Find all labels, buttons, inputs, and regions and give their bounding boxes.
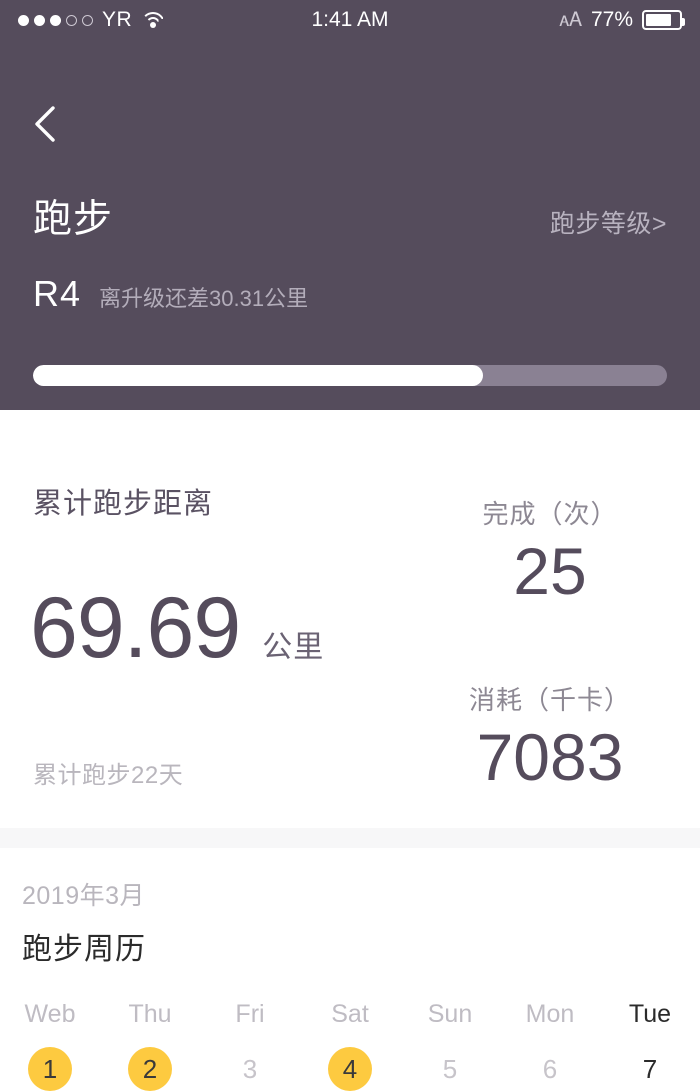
stats-panel: 累计跑步距离 69.69 公里 累计跑步22天 完成（次） 25 消耗（千卡） … — [0, 410, 700, 828]
total-days-label: 累计跑步22天 — [33, 762, 184, 789]
rank-badge: R4 — [33, 273, 82, 314]
calendar-weekday-label: Tue — [628, 1000, 672, 1028]
rank-description: 离升级还差30.31公里 — [99, 286, 309, 311]
calendar-day-cell[interactable]: 4 — [300, 1047, 400, 1091]
calendar-day-cell[interactable]: 5 — [400, 1047, 500, 1091]
calendar-weekday-label: Thu — [128, 1000, 172, 1028]
back-button[interactable] — [24, 103, 66, 145]
calendar-day-cell[interactable]: 3 — [200, 1047, 300, 1091]
total-distance-unit: 公里 — [262, 631, 325, 664]
calendar-weekday-label: Web — [24, 1000, 76, 1028]
page-title: 跑步 — [33, 198, 114, 241]
calendar-weekday-cell: Thu — [100, 1000, 200, 1029]
wifi-icon — [141, 11, 166, 29]
calendar-weekday-cell: Sat — [300, 1000, 400, 1029]
calendar-day[interactable]: 7 — [628, 1047, 672, 1091]
calendar-day[interactable]: 6 — [528, 1047, 572, 1091]
level-progress-bar — [33, 365, 667, 386]
calendar-title: 跑步周历 — [22, 933, 146, 966]
calendar-day-marked[interactable]: 4 — [328, 1047, 372, 1091]
total-distance-row: 69.69 公里 — [30, 580, 325, 676]
chevron-left-icon — [35, 106, 55, 142]
status-bar: YR 1:41 AM 🗚 77% — [0, 0, 700, 40]
status-bar-time: 1:41 AM — [311, 8, 389, 31]
header-title-row: 跑步 跑步等级> — [33, 188, 667, 244]
stat-calories-block: 消耗（千卡） 7083 — [400, 680, 700, 794]
stat-completed-value: 25 — [513, 534, 587, 608]
calendar-weekday-label: Mon — [525, 1000, 575, 1028]
stat-calories-value: 7083 — [476, 720, 624, 794]
calendar-day[interactable]: 3 — [228, 1047, 272, 1091]
calendar-weekday-label: Sun — [427, 1000, 473, 1028]
rank-row: R4 离升级还差30.31公里 — [33, 273, 308, 315]
calendar-day-marked[interactable]: 2 — [128, 1047, 172, 1091]
calendar-day-cell[interactable]: 7 — [600, 1047, 700, 1091]
calendar-month-label: 2019年3月 — [22, 882, 146, 910]
battery-percent-label: 77% — [590, 8, 633, 31]
stat-completed-block: 完成（次） 25 — [400, 494, 700, 608]
carrier-label: YR — [102, 8, 133, 31]
battery-icon — [642, 10, 685, 30]
calendar-weekday-cell: Mon — [500, 1000, 600, 1029]
calendar-weekday-row: Web Thu Fri Sat Sun Mon Tue — [0, 1000, 700, 1029]
stat-completed-label: 完成（次） — [482, 499, 618, 529]
calendar-day-row: 1 2 3 4 5 6 7 — [0, 1047, 700, 1091]
bluetooth-icon: 🗚 — [559, 9, 582, 31]
stat-calories-label: 消耗（千卡） — [468, 685, 631, 715]
total-distance-label: 累计跑步距离 — [33, 488, 214, 520]
calendar-day-cell[interactable]: 2 — [100, 1047, 200, 1091]
running-calendar: 2019年3月 跑步周历 Web Thu Fri Sat Sun Mon Tue 1 2 3 4 5… — [0, 848, 700, 1091]
section-divider — [0, 828, 700, 848]
calendar-day[interactable]: 5 — [428, 1047, 472, 1091]
status-bar-right: 🗚 77% — [389, 8, 685, 32]
calendar-weekday-label: Sat — [331, 1000, 369, 1028]
status-bar-left: YR — [18, 8, 311, 32]
calendar-weekday-cell: Fri — [200, 1000, 300, 1029]
calendar-weekday-cell: Sun — [400, 1000, 500, 1029]
calendar-weekday-cell: Web — [0, 1000, 100, 1029]
total-distance-value: 69.69 — [30, 580, 241, 676]
level-progress-fill — [33, 365, 484, 386]
calendar-day-cell[interactable]: 6 — [500, 1047, 600, 1091]
running-level-link[interactable]: 跑步等级> — [550, 204, 667, 240]
calendar-weekday-label: Fri — [235, 1000, 265, 1028]
signal-strength-icon — [18, 14, 93, 26]
calendar-day-marked[interactable]: 1 — [28, 1047, 72, 1091]
calendar-day-cell[interactable]: 1 — [0, 1047, 100, 1091]
calendar-weekday-cell: Tue — [600, 1000, 700, 1029]
page-header: 跑步 跑步等级> R4 离升级还差30.31公里 — [0, 40, 700, 410]
